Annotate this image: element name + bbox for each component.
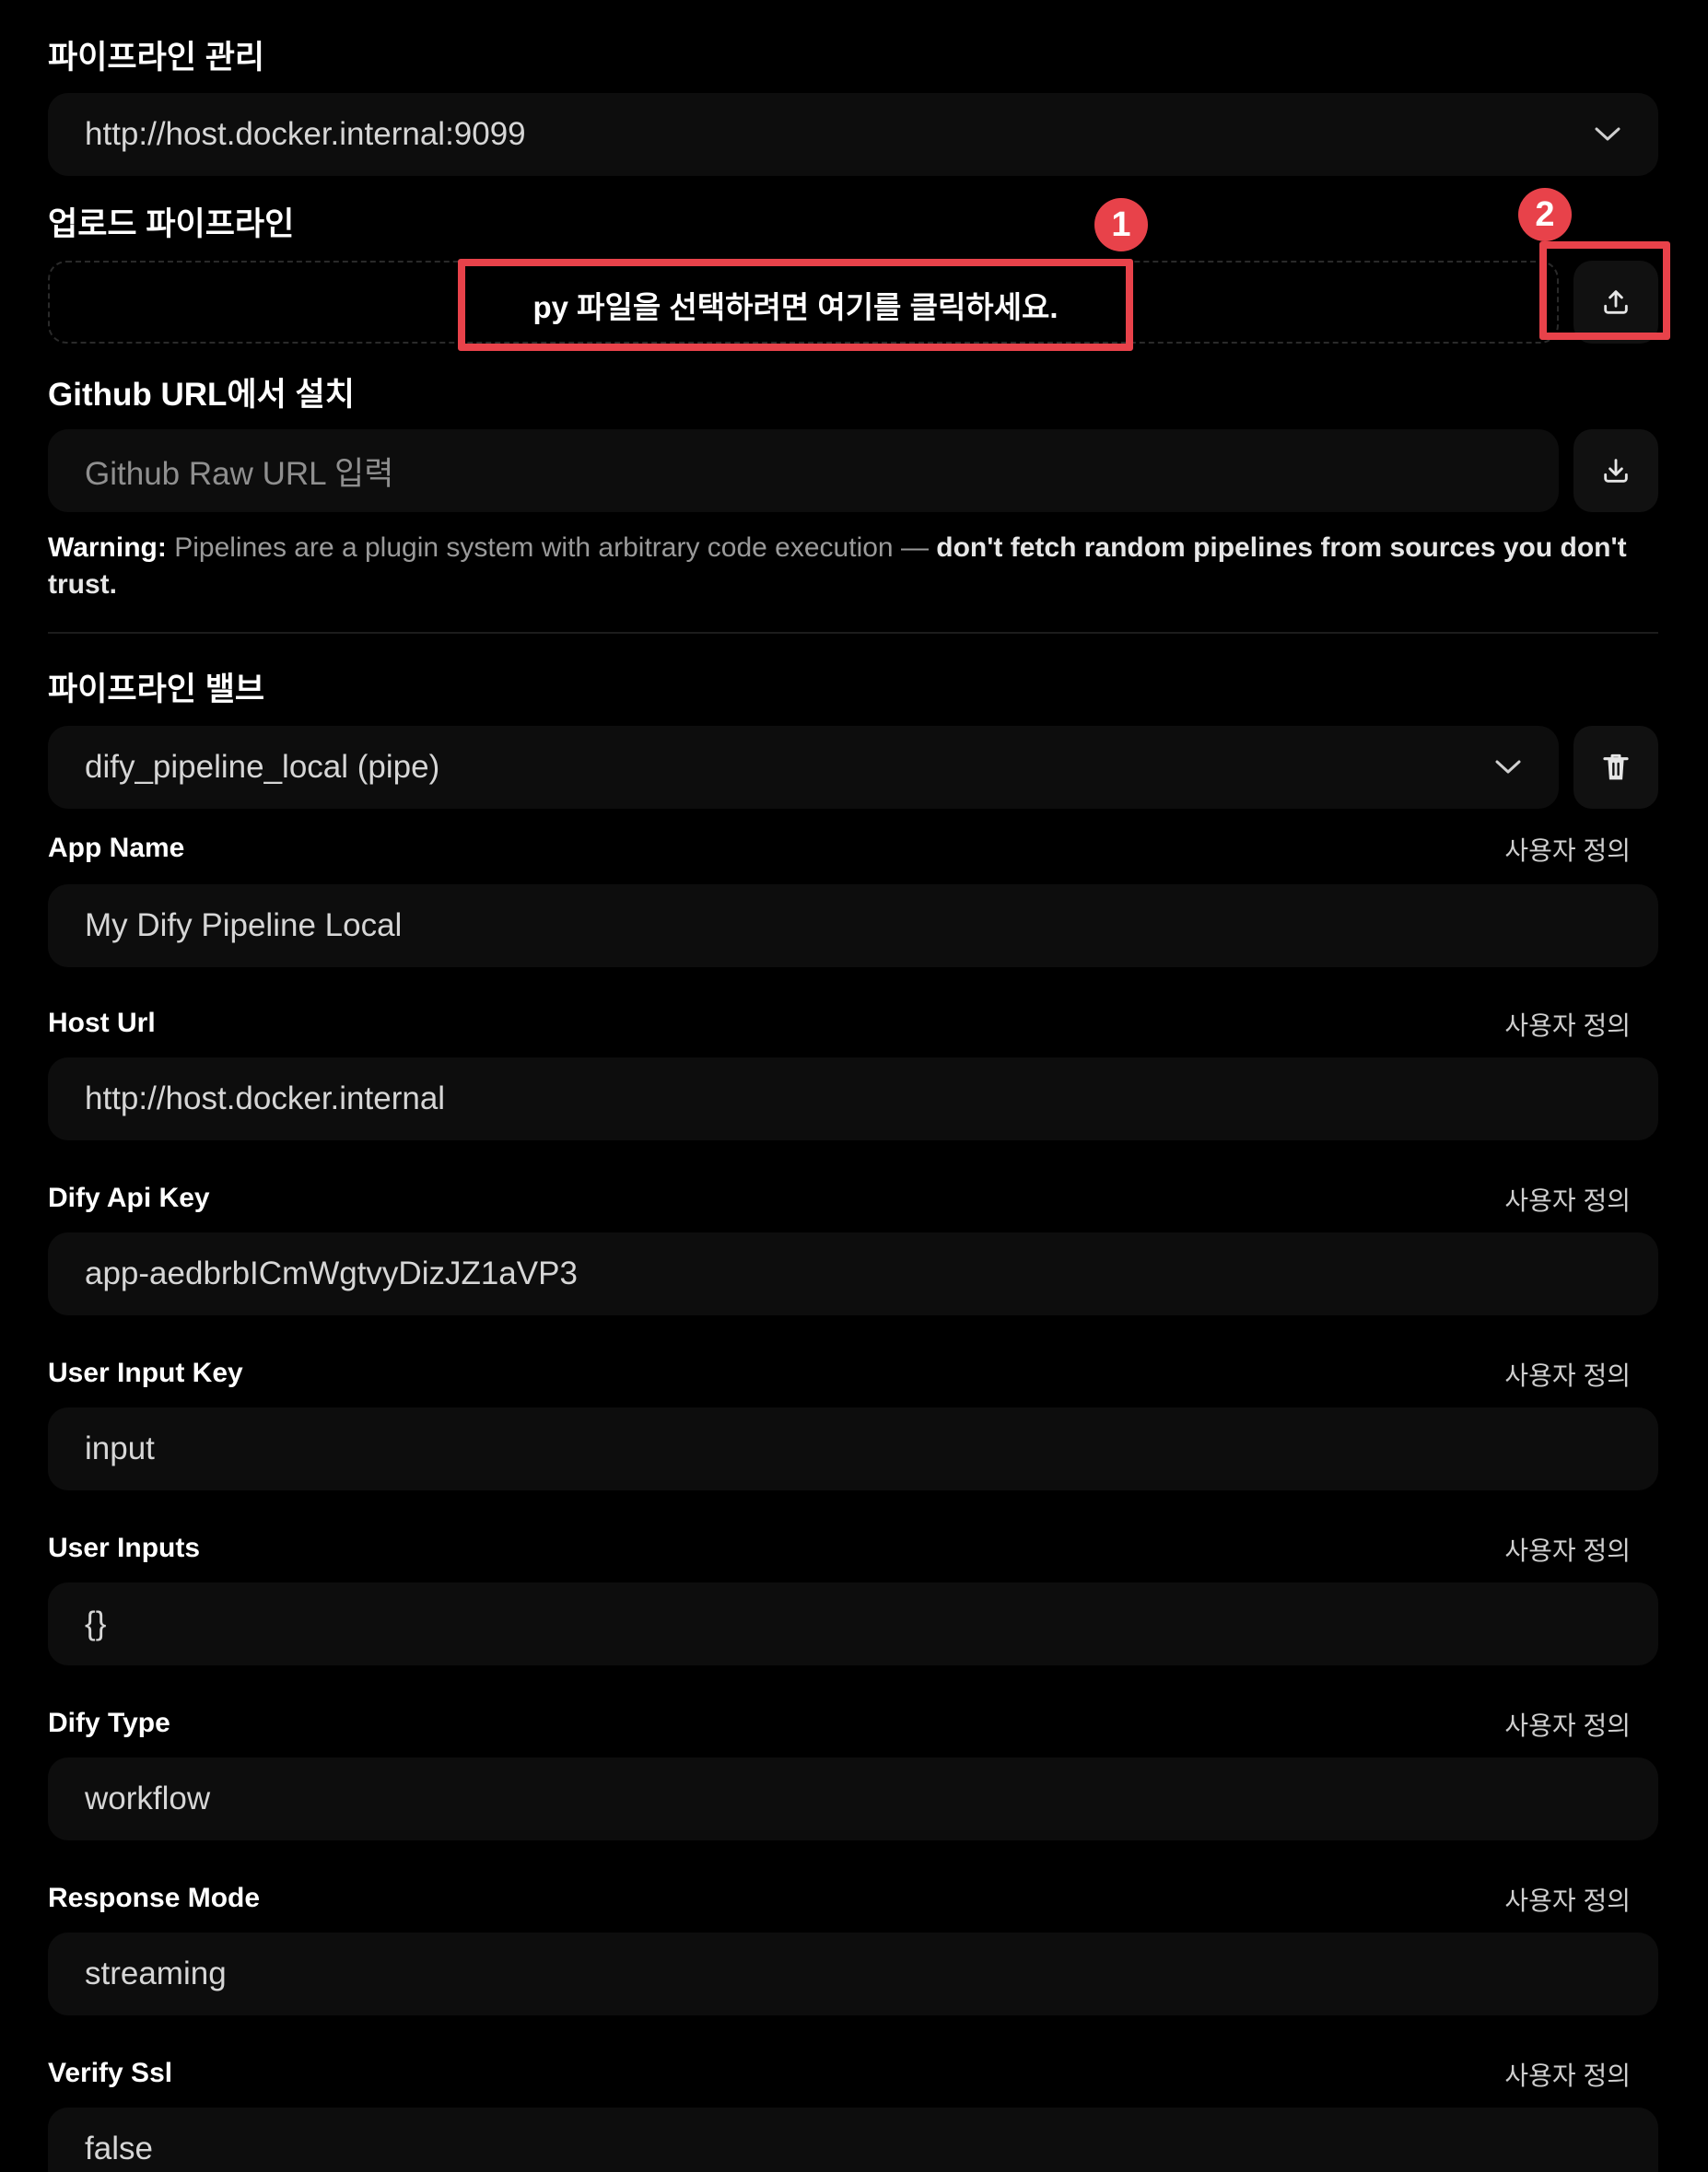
valve-field: Host Url 사용자 정의 http://host.docker.inter… [48,1004,1658,1142]
valve-input[interactable]: http://host.docker.internal [48,1057,1658,1140]
valve-value: false [85,2131,153,2166]
custom-toggle-button[interactable]: 사용자 정의 [1504,1181,1631,1218]
valves-section-title: 파이프라인 밸브 [48,671,265,707]
warning-text: Warning: Pipelines are a plugin system w… [48,530,1669,603]
valve-label: Dify Type [48,1708,170,1738]
valve-label: App Name [48,833,185,863]
warning-body: Pipelines are a plugin system with arbit… [166,532,937,563]
server-select-value: http://host.docker.internal:9099 [85,116,526,152]
warning-label: Warning: [48,532,167,563]
custom-toggle-button[interactable]: 사용자 정의 [1504,1881,1631,1918]
pipeline-select[interactable]: dify_pipeline_local (pipe) [48,726,1559,809]
annotation-box-2 [1539,241,1670,340]
valve-label: Host Url [48,1008,156,1038]
delete-pipeline-button[interactable] [1573,726,1658,809]
pipeline-select-value: dify_pipeline_local (pipe) [85,749,440,785]
custom-toggle-button[interactable]: 사용자 정의 [1504,1706,1631,1743]
custom-toggle-button[interactable]: 사용자 정의 [1504,831,1631,868]
valve-input[interactable]: false [48,2108,1658,2172]
valve-field: Response Mode 사용자 정의 streaming [48,1879,1658,2017]
valve-field: User Inputs 사용자 정의 {} [48,1529,1658,1667]
valve-input[interactable]: app-aedbrbICmWgtvyDizJZ1aVP3 [48,1232,1658,1315]
valve-input[interactable]: streaming [48,1933,1658,2015]
valve-label: Verify Ssl [48,2058,173,2088]
download-icon [1600,455,1632,486]
valve-field: Dify Api Key 사용자 정의 app-aedbrbICmWgtvyDi… [48,1179,1658,1317]
upload-prompt[interactable]: py 파일을 선택하려면 여기를 클릭하세요. [458,259,1133,351]
valve-value: app-aedbrbICmWgtvyDizJZ1aVP3 [85,1255,578,1291]
valve-input[interactable]: workflow [48,1757,1658,1840]
trash-icon [1601,751,1631,784]
valve-value: http://host.docker.internal [85,1080,446,1116]
valve-field: Dify Type 사용자 정의 workflow [48,1704,1658,1842]
valve-label: User Input Key [48,1358,243,1388]
github-url-placeholder: Github Raw URL 입력 [85,455,394,492]
chevron-down-icon [1594,123,1621,146]
valve-field: App Name 사용자 정의 My Dify Pipeline Local [48,829,1658,967]
custom-toggle-button[interactable]: 사용자 정의 [1504,1531,1631,1568]
github-section-title: Github URL에서 설치 [48,377,355,413]
divider [48,632,1658,634]
valve-value: {} [85,1606,107,1641]
custom-toggle-button[interactable]: 사용자 정의 [1504,2056,1631,2093]
valve-field: User Input Key 사용자 정의 input [48,1354,1658,1492]
server-select[interactable]: http://host.docker.internal:9099 [48,93,1658,176]
valve-label: User Inputs [48,1533,201,1563]
annotation-badge-2: 2 [1518,188,1572,241]
valve-label: Response Mode [48,1883,261,1913]
valve-value: workflow [85,1781,211,1816]
upload-section-title: 업로드 파이프라인 [48,206,295,242]
valve-field: Verify Ssl 사용자 정의 false [48,2054,1658,2172]
custom-toggle-button[interactable]: 사용자 정의 [1504,1356,1631,1393]
custom-toggle-button[interactable]: 사용자 정의 [1504,1006,1631,1043]
github-url-input[interactable]: Github Raw URL 입력 [48,429,1559,512]
valve-value: streaming [85,1956,227,1991]
manage-section-title: 파이프라인 관리 [48,40,265,76]
github-download-button[interactable] [1573,429,1658,512]
annotation-badge-1: 1 [1094,198,1148,251]
valve-value: input [85,1430,155,1466]
valve-input[interactable]: My Dify Pipeline Local [48,884,1658,967]
valve-label: Dify Api Key [48,1183,210,1213]
valve-input[interactable]: {} [48,1582,1658,1665]
chevron-down-icon [1494,756,1522,778]
valve-value: My Dify Pipeline Local [85,907,403,943]
valve-input[interactable]: input [48,1407,1658,1490]
